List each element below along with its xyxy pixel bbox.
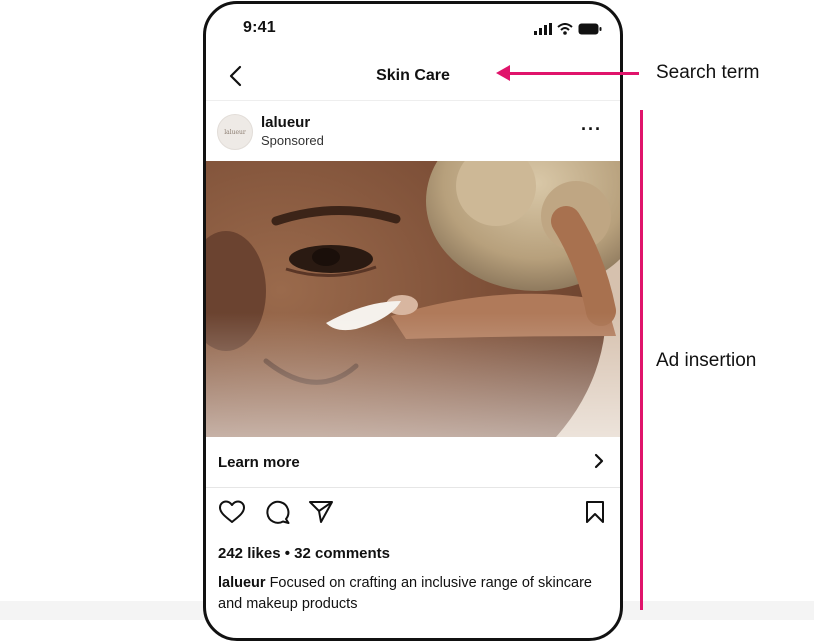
annotation-bracket-line xyxy=(640,110,643,610)
caption-text: Focused on crafting an inclusive range o… xyxy=(218,575,592,612)
annotation-arrow-line xyxy=(505,72,639,75)
status-time: 9:41 xyxy=(243,19,276,36)
likes-count[interactable]: 242 likes • 32 comments xyxy=(218,545,390,562)
caption-username[interactable]: lalueur xyxy=(218,575,266,591)
status-icons xyxy=(534,21,602,37)
phone-frame: 9:41 Skin Care lalueur lalueur Sponsored… xyxy=(203,1,623,641)
send-icon[interactable] xyxy=(308,499,334,530)
annotation-ad-insertion: Ad insertion xyxy=(656,350,757,371)
signal-icon xyxy=(534,23,552,35)
post-caption: lalueur Focused on crafting an inclusive… xyxy=(218,573,598,615)
heart-icon[interactable] xyxy=(218,499,246,530)
post-image[interactable] xyxy=(206,161,620,437)
avatar[interactable]: lalueur xyxy=(217,114,253,150)
comment-icon[interactable] xyxy=(264,499,292,530)
more-dots-icon[interactable]: ··· xyxy=(581,119,602,140)
status-bar: 9:41 xyxy=(206,4,620,52)
chevron-right-icon xyxy=(594,453,604,474)
battery-icon xyxy=(578,23,602,35)
learn-more-button[interactable]: Learn more xyxy=(206,437,620,488)
bookmark-icon[interactable] xyxy=(584,499,606,530)
page-title: Skin Care xyxy=(376,67,450,84)
avatar-logo-text: lalueur xyxy=(224,128,246,136)
post-username[interactable]: lalueur xyxy=(261,114,310,131)
annotation-search-term: Search term xyxy=(656,62,760,83)
post-actions xyxy=(206,499,620,529)
learn-more-label: Learn more xyxy=(218,454,300,471)
post-header: lalueur lalueur Sponsored ··· xyxy=(206,101,620,161)
nav-bar: Skin Care xyxy=(206,52,620,100)
sponsored-label: Sponsored xyxy=(261,133,324,148)
wifi-icon xyxy=(557,23,573,35)
ad-photo xyxy=(206,161,620,437)
